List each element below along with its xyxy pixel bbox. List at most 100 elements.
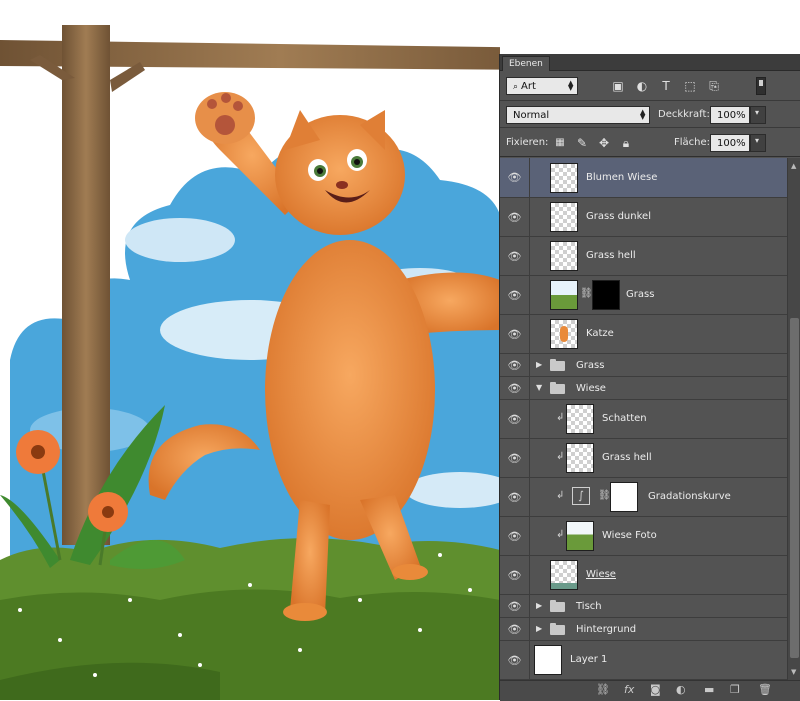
layer-group-row[interactable]: 👁︎ ▼ Wiese xyxy=(500,377,787,400)
scroll-up-icon[interactable]: ▲ xyxy=(791,162,796,170)
layer-row[interactable]: 👁︎ ↲ ∫ ⛓ Gradationskurve xyxy=(500,478,787,517)
layer-name[interactable]: Katze xyxy=(586,328,614,339)
layer-name[interactable]: Gradationskurve xyxy=(648,491,731,502)
new-layer-icon[interactable]: ❐ xyxy=(730,683,740,696)
layer-row[interactable]: 👁︎ ↲ Grass hell xyxy=(500,439,787,478)
pixel-filter-icon[interactable]: ▣ xyxy=(610,77,626,95)
layer-thumbnail xyxy=(550,163,578,193)
cat-thumbnail-shape xyxy=(560,326,568,342)
new-group-icon[interactable]: ▬ xyxy=(704,683,714,696)
visibility-eye-icon[interactable]: 👁︎ xyxy=(500,377,530,399)
visibility-eye-icon[interactable]: 👁︎ xyxy=(500,315,530,353)
scroll-down-icon[interactable]: ▼ xyxy=(791,668,796,676)
layer-group-row[interactable]: 👁︎ ▶ Grass xyxy=(500,354,787,377)
document-canvas[interactable] xyxy=(0,0,500,700)
layer-name[interactable]: Hintergrund xyxy=(576,624,636,635)
layer-mask-thumbnail[interactable] xyxy=(592,280,620,310)
search-icon: ⌕ xyxy=(513,82,519,92)
filter-toggle[interactable] xyxy=(756,77,766,95)
tab-ebenen[interactable]: Ebenen xyxy=(502,56,550,71)
lock-transparency-icon[interactable]: ▦ xyxy=(552,134,568,152)
visibility-eye-icon[interactable]: 👁︎ xyxy=(500,400,530,438)
layer-name[interactable]: Wiese Foto xyxy=(602,530,657,541)
scrollbar-thumb[interactable] xyxy=(790,318,799,658)
visibility-eye-icon[interactable]: 👁︎ xyxy=(500,276,530,314)
layer-row[interactable]: 👁︎ Blumen Wiese xyxy=(500,158,787,198)
filter-kind-select[interactable]: ⌕ Art ▲ ▼ xyxy=(506,77,578,95)
collapse-arrow-icon[interactable]: ▼ xyxy=(536,383,542,392)
clipping-arrow-icon: ↲ xyxy=(556,490,565,501)
link-layers-icon[interactable]: ⛓ xyxy=(596,683,610,696)
layer-name[interactable]: Grass xyxy=(626,289,654,300)
layer-thumbnail xyxy=(550,280,578,310)
fill-input[interactable]: 100% xyxy=(710,134,750,152)
new-adjustment-layer-icon[interactable]: ◐ xyxy=(676,683,686,696)
layer-row[interactable]: 👁︎ Layer 1 xyxy=(500,641,787,680)
visibility-eye-icon[interactable]: 👁︎ xyxy=(500,618,530,640)
layer-name[interactable]: Grass hell xyxy=(602,452,652,463)
layer-thumbnail xyxy=(550,560,578,590)
visibility-eye-icon[interactable]: 👁︎ xyxy=(500,237,530,275)
expand-arrow-icon[interactable]: ▶ xyxy=(536,601,542,610)
chevron-down-icon: ▾ xyxy=(755,108,760,117)
expand-arrow-icon[interactable]: ▶ xyxy=(536,360,542,369)
shape-filter-icon[interactable]: ⬚ xyxy=(682,77,698,95)
opacity-dropdown[interactable]: ▾ xyxy=(750,106,766,124)
layer-name[interactable]: Grass xyxy=(576,360,604,371)
visibility-eye-icon[interactable]: 👁︎ xyxy=(500,478,530,516)
layer-row[interactable]: 👁︎ ↲ Schatten xyxy=(500,400,787,439)
meadow-thumbnail-shape xyxy=(551,583,577,589)
clipping-arrow-icon: ↲ xyxy=(556,529,565,540)
layers-panel[interactable]: Ebenen ⌕ Art ▲ ▼ ▣ ◐ T ⬚ ⎘ Normal ▲ ▼ Deckk… xyxy=(499,54,800,701)
layer-name[interactable]: Wiese xyxy=(576,383,606,394)
layer-row[interactable]: 👁︎ ⛓ Grass xyxy=(500,276,787,315)
visibility-eye-icon[interactable]: 👁︎ xyxy=(500,517,530,555)
visibility-eye-icon[interactable]: 👁︎ xyxy=(500,198,530,236)
layer-mask-thumbnail[interactable] xyxy=(610,482,638,512)
opacity-label: Deckkraft: xyxy=(658,109,710,120)
layer-name[interactable]: Wiese xyxy=(586,569,616,580)
layers-bottom-toolbar: ⛓ fx ◙ ◐ ▬ ❐ 🗑︎ xyxy=(500,680,800,701)
blend-mode-label: Normal xyxy=(513,110,550,121)
layer-row[interactable]: 👁︎ Grass dunkel xyxy=(500,198,787,237)
adjustment-filter-icon[interactable]: ◐ xyxy=(634,77,650,95)
delete-layer-icon[interactable]: 🗑︎ xyxy=(758,683,772,696)
smart-object-filter-icon[interactable]: ⎘ xyxy=(706,77,722,95)
lock-brush-icon[interactable]: ✎ xyxy=(574,134,590,152)
layer-row[interactable]: 👁︎ Wiese xyxy=(500,556,787,595)
layer-name[interactable]: Tisch xyxy=(576,601,602,612)
type-filter-icon[interactable]: T xyxy=(658,77,674,95)
visibility-eye-icon[interactable]: 👁︎ xyxy=(500,556,530,594)
visibility-eye-icon[interactable]: 👁︎ xyxy=(500,158,530,197)
filter-toggle-knob xyxy=(759,80,763,86)
layer-name[interactable]: Blumen Wiese xyxy=(586,172,657,183)
layer-group-row[interactable]: 👁︎ ▶ Tisch xyxy=(500,595,787,618)
add-mask-icon[interactable]: ◙ xyxy=(650,683,661,696)
visibility-eye-icon[interactable]: 👁︎ xyxy=(500,595,530,617)
layer-name[interactable]: Grass dunkel xyxy=(586,211,651,222)
layer-name[interactable]: Grass hell xyxy=(586,250,636,261)
link-chain-icon[interactable]: ⛓ xyxy=(580,288,593,299)
visibility-eye-icon[interactable]: 👁︎ xyxy=(500,641,530,679)
layer-row[interactable]: 👁︎ Katze xyxy=(500,315,787,354)
lock-all-icon[interactable]: 🔒︎ xyxy=(618,134,634,152)
blend-mode-row: Normal ▲ ▼ Deckkraft: 100% ▾ xyxy=(500,102,800,128)
visibility-eye-icon[interactable]: 👁︎ xyxy=(500,439,530,477)
lock-position-icon[interactable]: ✥ xyxy=(596,134,612,152)
layers-scrollbar[interactable]: ▲ ▼ xyxy=(787,158,800,680)
layer-name[interactable]: Schatten xyxy=(602,413,647,424)
filter-kind-label: Art xyxy=(521,81,536,92)
link-chain-icon[interactable]: ⛓ xyxy=(598,490,611,501)
layer-row[interactable]: 👁︎ Grass hell xyxy=(500,237,787,276)
layer-row[interactable]: 👁︎ ↲ Wiese Foto xyxy=(500,517,787,556)
blend-mode-select[interactable]: Normal ▲ ▼ xyxy=(506,106,650,124)
opacity-input[interactable]: 100% xyxy=(710,106,750,124)
layer-group-row[interactable]: 👁︎ ▶ Hintergrund xyxy=(500,618,787,641)
layer-thumbnail xyxy=(550,241,578,271)
layer-name[interactable]: Layer 1 xyxy=(570,654,607,665)
expand-arrow-icon[interactable]: ▶ xyxy=(536,624,542,633)
layer-style-fx-icon[interactable]: fx xyxy=(624,683,634,696)
visibility-eye-icon[interactable]: 👁︎ xyxy=(500,354,530,376)
fill-dropdown[interactable]: ▾ xyxy=(750,134,766,152)
layers-list[interactable]: 👁︎ Blumen Wiese 👁︎ Grass dunkel 👁︎ Grass… xyxy=(500,158,787,680)
